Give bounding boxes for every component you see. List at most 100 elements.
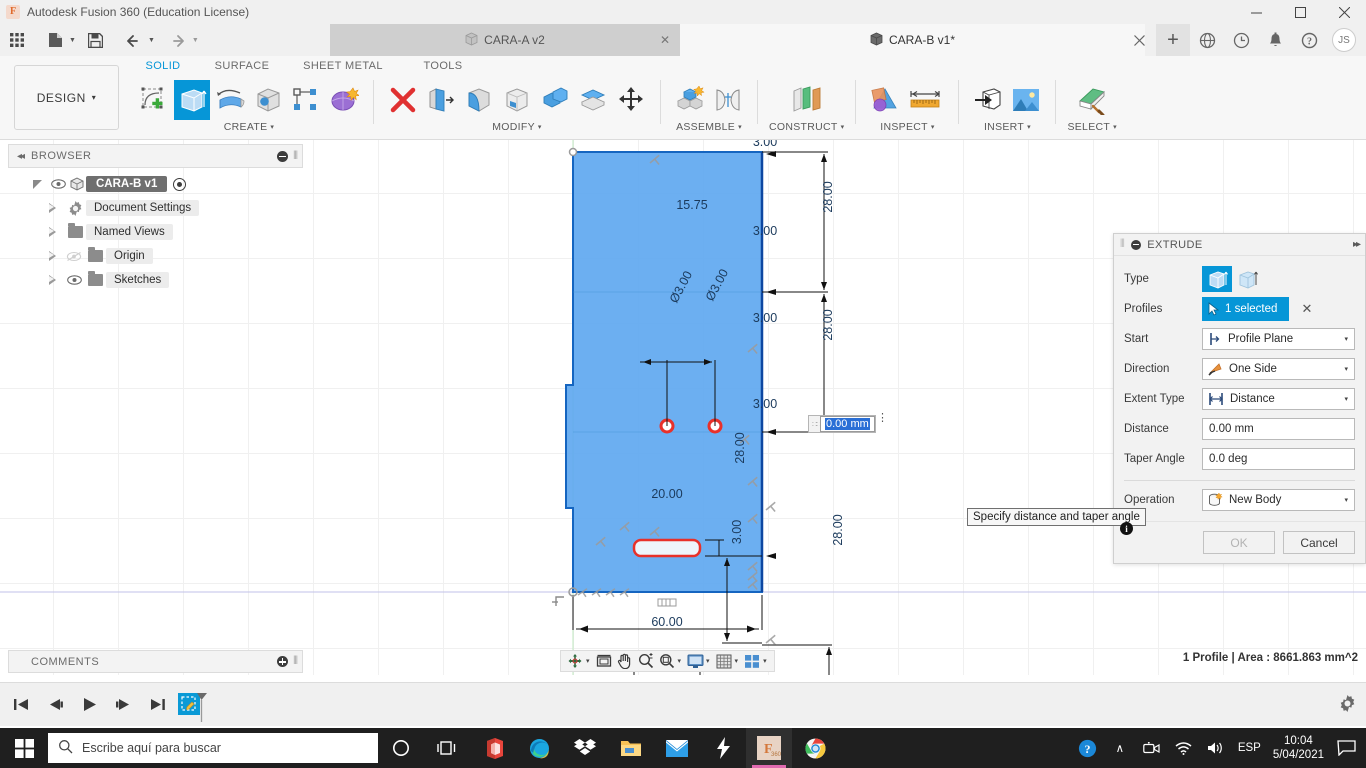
- app-grid-icon[interactable]: [4, 27, 30, 53]
- new-file-caret-icon[interactable]: ▼: [69, 37, 76, 44]
- tree-item-named-views[interactable]: Named Views: [8, 220, 303, 244]
- go-to-beginning-icon[interactable]: [8, 692, 34, 718]
- display-settings-icon[interactable]: [685, 651, 705, 671]
- move-copy-icon[interactable]: [613, 80, 649, 120]
- viewports-icon[interactable]: [742, 651, 762, 671]
- taper-angle-input[interactable]: 0.0 deg: [1202, 448, 1355, 470]
- redo-icon[interactable]: [165, 27, 191, 53]
- extrude-icon[interactable]: [174, 80, 210, 120]
- dimension-label-mid-thickness-2[interactable]: 3.00: [753, 311, 777, 325]
- activate-component-icon[interactable]: [173, 177, 187, 191]
- panel-inspect-label[interactable]: INSPECT ▾: [880, 121, 934, 133]
- mail-icon[interactable]: [654, 728, 700, 768]
- orbit-caret-icon[interactable]: ▾: [586, 657, 590, 665]
- select-paint-icon[interactable]: [1071, 80, 1113, 120]
- panel-select-label[interactable]: SELECT ▾: [1067, 121, 1116, 133]
- canvas-image-icon[interactable]: [1008, 80, 1044, 120]
- create-sketch-icon[interactable]: [136, 80, 172, 120]
- dimension-label-middle-height[interactable]: 28.00: [821, 309, 835, 340]
- file-explorer-icon[interactable]: [608, 728, 654, 768]
- dimension-label-mid-thickness-3[interactable]: 3.00: [753, 397, 777, 411]
- canvas-distance-value[interactable]: 0.00 mm: [820, 416, 875, 432]
- dropbox-icon[interactable]: [562, 728, 608, 768]
- insert-derive-icon[interactable]: [970, 80, 1006, 120]
- circle-minus-icon[interactable]: [1131, 239, 1142, 250]
- profiles-select-button[interactable]: 1 selected: [1202, 297, 1290, 321]
- new-component-icon[interactable]: [672, 80, 708, 120]
- canvas-distance-menu-icon[interactable]: ⋮: [877, 413, 888, 424]
- revolve-icon[interactable]: [212, 80, 248, 120]
- zoom-icon[interactable]: [636, 651, 656, 671]
- viewports-caret-icon[interactable]: ▾: [763, 657, 767, 665]
- document-tab-close-icon[interactable]: ✕: [660, 33, 670, 47]
- grid-snaps-caret-icon[interactable]: ▾: [735, 657, 739, 665]
- chevron-up-icon[interactable]: ∧: [1110, 741, 1130, 755]
- tab-tools[interactable]: TOOLS: [398, 56, 488, 76]
- direction-dropdown[interactable]: One Side ▾: [1202, 358, 1355, 380]
- step-back-icon[interactable]: [42, 692, 68, 718]
- notification-icon[interactable]: [1336, 740, 1356, 756]
- save-icon[interactable]: [83, 27, 109, 53]
- circle-plus-icon[interactable]: [277, 656, 289, 667]
- combine-icon[interactable]: [537, 80, 573, 120]
- timeline-settings-gear-icon[interactable]: [1339, 694, 1356, 715]
- browser-collapse-icon[interactable]: ◂◂: [17, 151, 25, 162]
- press-pull-icon[interactable]: [385, 80, 421, 120]
- go-to-end-icon[interactable]: [144, 692, 170, 718]
- undo-caret-icon[interactable]: ▼: [148, 37, 155, 44]
- new-tab-button[interactable]: +: [1156, 24, 1190, 56]
- close-button[interactable]: [1322, 0, 1366, 24]
- step-forward-icon[interactable]: [110, 692, 136, 718]
- maximize-button[interactable]: [1278, 0, 1322, 24]
- tab-close-active-icon[interactable]: [1122, 24, 1156, 56]
- start-dropdown[interactable]: Profile Plane ▾: [1202, 328, 1355, 350]
- undo-icon[interactable]: [121, 27, 147, 53]
- dimension-label-mid-thickness-1[interactable]: 3.00: [753, 224, 777, 238]
- dimension-label-top-thickness[interactable]: 3.00: [753, 140, 777, 149]
- canvas-distance-input[interactable]: ∷∷ 0.00 mm: [808, 415, 876, 433]
- fusion360-icon[interactable]: F 360: [746, 728, 792, 768]
- type-one-sided-icon[interactable]: [1202, 266, 1232, 292]
- expander-right-icon[interactable]: [42, 250, 64, 262]
- expander-right-icon[interactable]: [42, 202, 64, 214]
- orbit-icon[interactable]: [565, 651, 585, 671]
- play-icon[interactable]: [76, 692, 102, 718]
- help-icon[interactable]: ?: [1292, 24, 1326, 56]
- dimension-label-slot-height[interactable]: 3.00: [730, 520, 744, 544]
- expander-right-icon[interactable]: [42, 226, 64, 238]
- expander-right-icon[interactable]: [42, 274, 64, 286]
- visibility-eye-off-icon[interactable]: [64, 251, 84, 262]
- profiles-clear-icon[interactable]: ✕: [1301, 301, 1312, 317]
- offset-plane-icon[interactable]: [786, 80, 828, 120]
- grid-snaps-icon[interactable]: [714, 651, 734, 671]
- taskbar-clock[interactable]: 10:04 5/04/2021: [1273, 734, 1324, 762]
- chrome-icon[interactable]: [792, 728, 838, 768]
- timeline-feature-sketch[interactable]: [178, 691, 207, 722]
- offset-face-icon[interactable]: [423, 80, 459, 120]
- language-indicator[interactable]: ESP: [1238, 742, 1261, 754]
- dimension-label-hole-spacing[interactable]: 15.75: [676, 198, 707, 212]
- tab-surface[interactable]: SURFACE: [196, 56, 288, 76]
- edge-icon[interactable]: [516, 728, 562, 768]
- extent-type-dropdown[interactable]: Distance ▾: [1202, 388, 1355, 410]
- dimension-label-overall-width[interactable]: 60.00: [651, 615, 682, 629]
- panel-construct-label[interactable]: CONSTRUCT ▾: [769, 121, 844, 133]
- document-tab-cara-a[interactable]: CARA-A v2 ✕: [330, 24, 680, 56]
- operation-dropdown[interactable]: New Body ▾: [1202, 489, 1355, 511]
- shell-icon[interactable]: [499, 80, 535, 120]
- joint-icon[interactable]: [710, 80, 746, 120]
- tree-item-document-settings[interactable]: Document Settings: [8, 196, 303, 220]
- document-tab-cara-b[interactable]: CARA-B v1*: [680, 24, 1145, 56]
- zoom-window-caret-icon[interactable]: ▾: [678, 657, 682, 665]
- circle-minus-icon[interactable]: [277, 150, 289, 162]
- camera-icon[interactable]: [1142, 741, 1162, 755]
- tab-sheet-metal[interactable]: SHEET METAL: [288, 56, 398, 76]
- tree-item-sketches[interactable]: Sketches: [8, 268, 303, 292]
- hole-icon[interactable]: [250, 80, 286, 120]
- ok-button[interactable]: OK: [1203, 531, 1275, 554]
- panel-assemble-label[interactable]: ASSEMBLE ▾: [676, 121, 742, 133]
- tree-item-origin[interactable]: Origin: [8, 244, 303, 268]
- dimension-label-slot-width[interactable]: 20.00: [651, 487, 682, 501]
- split-face-icon[interactable]: [575, 80, 611, 120]
- grip-icon[interactable]: ⦀: [293, 655, 298, 668]
